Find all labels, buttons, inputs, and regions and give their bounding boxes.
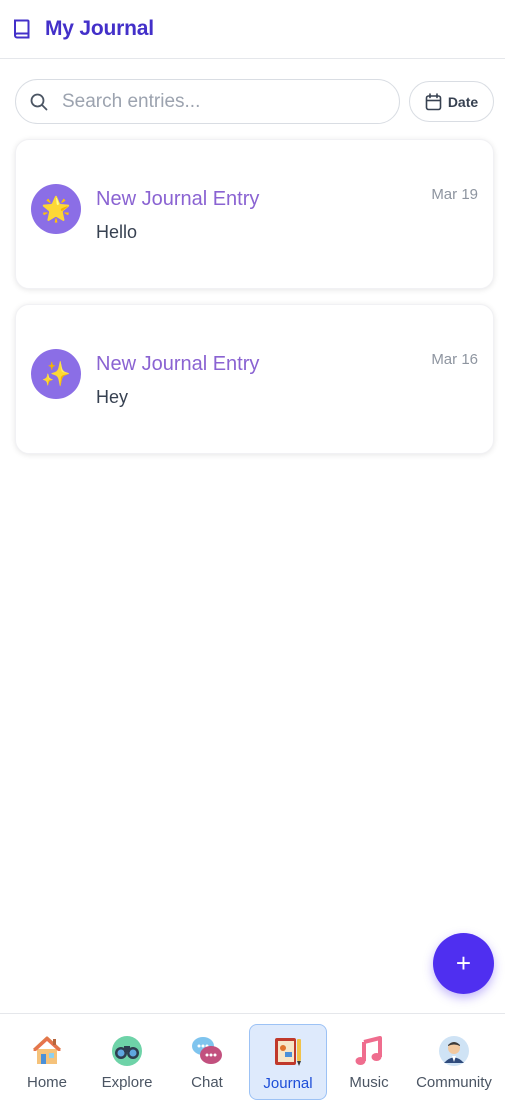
nav-label: Home <box>26 1074 67 1091</box>
house-icon <box>30 1034 64 1068</box>
entry-date: Mar 16 <box>431 351 478 368</box>
nav-label: Journal <box>263 1075 313 1092</box>
music-note-icon <box>352 1034 386 1068</box>
app-header: My Journal <box>0 0 505 59</box>
binoculars-icon <box>110 1034 144 1068</box>
nav-item-home[interactable]: Home <box>8 1024 86 1100</box>
chat-bubbles-icon <box>190 1034 224 1068</box>
person-avatar-icon <box>437 1034 471 1068</box>
search-bar[interactable] <box>15 79 400 124</box>
nav-label: Explore <box>101 1074 153 1091</box>
nav-item-chat[interactable]: Chat <box>168 1024 246 1100</box>
nav-label: Music <box>349 1074 389 1091</box>
page-title: My Journal <box>45 17 154 40</box>
nav-item-community[interactable]: Community <box>415 1024 493 1100</box>
bottom-nav: Home Explore Chat Journal Music Communit… <box>0 1013 505 1102</box>
journal-entry-card[interactable]: 🌟 New Journal Entry Hello Mar 19 <box>15 139 494 289</box>
add-entry-button[interactable]: + <box>433 933 494 994</box>
nav-item-music[interactable]: Music <box>330 1024 408 1100</box>
entry-title: New Journal Entry <box>96 188 260 210</box>
entry-preview: Hello <box>96 222 138 242</box>
date-filter-label: Date <box>447 93 479 110</box>
entry-title: New Journal Entry <box>96 353 260 375</box>
sparkles-icon: ✨ <box>31 349 81 399</box>
nav-label: Chat <box>191 1074 223 1091</box>
notebook-icon <box>271 1035 305 1069</box>
entry-date: Mar 19 <box>431 186 478 203</box>
journal-entry-card[interactable]: ✨ New Journal Entry Hey Mar 16 <box>15 304 494 454</box>
nav-item-journal[interactable]: Journal <box>249 1024 327 1100</box>
date-filter-button[interactable]: Date <box>409 81 494 122</box>
nav-item-explore[interactable]: Explore <box>88 1024 166 1100</box>
calendar-icon <box>425 92 442 111</box>
search-icon <box>30 93 48 111</box>
nav-label: Community <box>416 1074 492 1091</box>
book-icon <box>12 17 34 41</box>
star-icon: 🌟 <box>31 184 81 234</box>
plus-icon: + <box>455 948 472 978</box>
entry-preview: Hey <box>96 387 129 407</box>
search-input[interactable] <box>62 90 362 113</box>
